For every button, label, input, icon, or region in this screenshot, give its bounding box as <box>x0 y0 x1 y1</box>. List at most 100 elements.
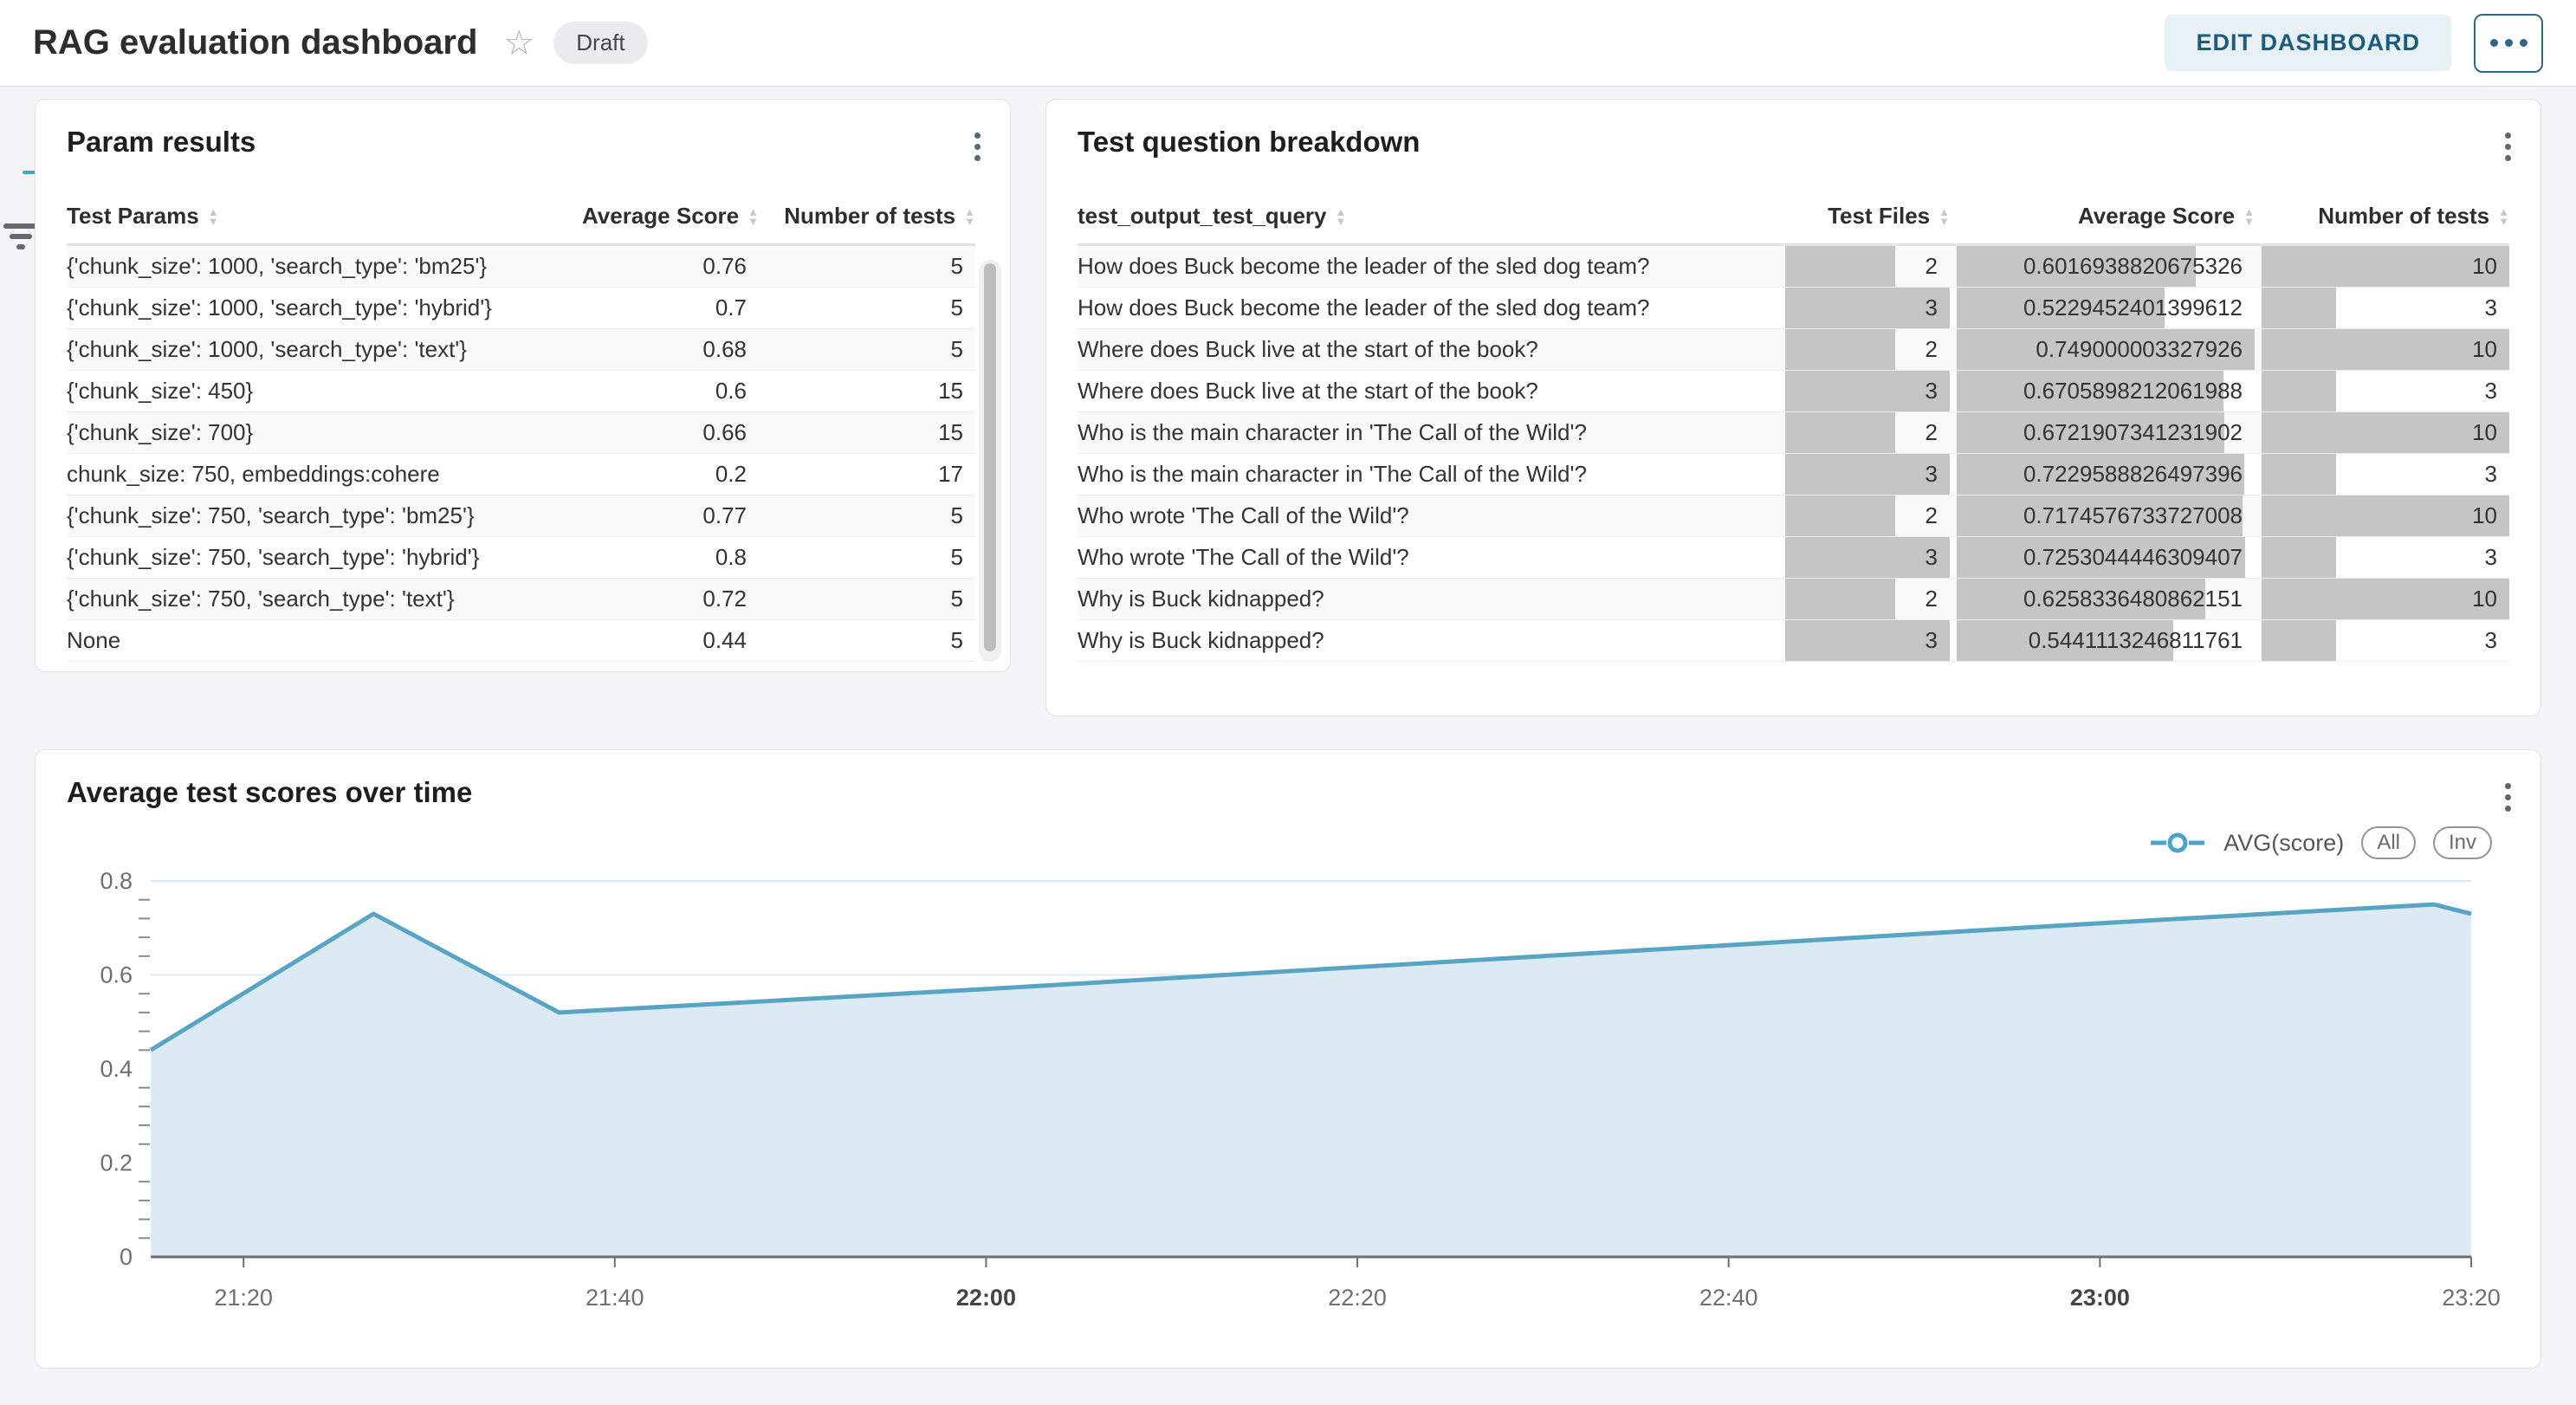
svg-text:0: 0 <box>120 1244 133 1270</box>
cell-value: 0.6705898212061988 <box>2023 378 2243 405</box>
param-results-card: Param results Test Params ▲▼ Average Sco… <box>35 99 1011 672</box>
legend-inv-button[interactable]: Inv <box>2433 826 2492 859</box>
cell-value: 3 <box>2485 295 2497 321</box>
table-row: Who is the main character in 'The Call o… <box>1078 412 2509 454</box>
cell-number-of-tests: 10 <box>2262 579 2509 619</box>
cell-value: 2 <box>1926 586 1938 612</box>
data-bar <box>1785 246 1895 287</box>
cell-average-score: 0.7174576733727008 <box>1957 495 2255 536</box>
cell-test-files: 2 <box>1785 412 1950 453</box>
column-header-test-files[interactable]: Test Files ▲▼ <box>1785 203 1950 230</box>
legend-all-button[interactable]: All <box>2361 826 2416 859</box>
line-chart[interactable]: 00.20.40.60.821:2021:4022:0022:2022:4023… <box>36 871 2542 1369</box>
cell-value: 0.5229452401399612 <box>2023 295 2243 321</box>
column-header-number-of-tests[interactable]: Number of tests ▲▼ <box>2262 203 2509 230</box>
cell-query: Where does Buck live at the start of the… <box>1078 371 1778 411</box>
cell-value: 3 <box>2485 461 2497 488</box>
column-header-average-score[interactable]: Average Score ▲▼ <box>1957 203 2255 230</box>
chart-card: Average test scores over time AVG(score)… <box>35 749 2541 1369</box>
more-options-button[interactable] <box>2474 14 2543 73</box>
cell-test-files: 3 <box>1785 620 1950 661</box>
scrollbar-thumb[interactable] <box>984 263 996 651</box>
cell-value: 3 <box>2485 544 2497 571</box>
cell-value: 0.6721907341231902 <box>2023 419 2243 446</box>
cell-value: 10 <box>2472 586 2497 612</box>
column-header-test-params[interactable]: Test Params ▲▼ <box>67 203 555 230</box>
svg-text:22:00: 22:00 <box>956 1285 1016 1311</box>
table-row: How does Buck become the leader of the s… <box>1078 246 2509 288</box>
table-row: {'chunk_size': 1000, 'search_type': 'bm2… <box>67 246 975 288</box>
sort-icon: ▲▼ <box>1336 207 1347 226</box>
cell-query: Who is the main character in 'The Call o… <box>1078 412 1778 453</box>
data-bar <box>1785 412 1895 453</box>
status-badge: Draft <box>553 22 647 64</box>
cell-average-score: 0.7 <box>555 288 759 328</box>
edit-dashboard-button[interactable]: EDIT DASHBOARD <box>2165 15 2451 71</box>
chart-legend: AVG(score) All Inv <box>2149 826 2492 859</box>
card-title: Param results <box>67 126 256 159</box>
cell-test-params: chunk_size: 750, embeddings:cohere <box>67 454 555 495</box>
cell-test-files: 3 <box>1785 537 1950 578</box>
cell-number-of-tests: 10 <box>2262 495 2509 536</box>
cell-test-params: {'chunk_size': 750, 'search_type': 'text… <box>67 579 555 619</box>
cell-number-of-tests: 3 <box>2262 454 2509 495</box>
data-bar <box>2262 371 2336 411</box>
svg-text:0.4: 0.4 <box>100 1056 133 1082</box>
cell-number-of-tests: 5 <box>759 329 975 370</box>
svg-text:23:00: 23:00 <box>2070 1285 2130 1311</box>
table-row: None0.445 <box>67 620 975 662</box>
cell-query: Why is Buck kidnapped? <box>1078 579 1778 619</box>
legend-series-label[interactable]: AVG(score) <box>2223 830 2344 857</box>
cell-query: Who is the main character in 'The Call o… <box>1078 454 1778 495</box>
svg-text:23:20: 23:20 <box>2442 1285 2501 1311</box>
svg-text:0.2: 0.2 <box>100 1150 133 1176</box>
cell-value: 3 <box>1926 544 1938 571</box>
cell-average-score: 0.76 <box>555 246 759 287</box>
table-row: {'chunk_size': 1000, 'search_type': 'tex… <box>67 329 975 371</box>
table-row: Where does Buck live at the start of the… <box>1078 371 2509 412</box>
cell-number-of-tests: 10 <box>2262 412 2509 453</box>
cell-average-score: 0.66 <box>555 412 759 453</box>
column-header-test-output-test-query[interactable]: test_output_test_query ▲▼ <box>1078 203 1778 230</box>
cell-value: 10 <box>2472 419 2497 446</box>
legend-line-marker-icon[interactable] <box>2149 830 2206 856</box>
cell-average-score: 0.749000003327926 <box>1957 329 2255 370</box>
cell-value: 3 <box>1926 378 1938 405</box>
question-breakdown-card: Test question breakdown test_output_test… <box>1045 99 2541 716</box>
cell-test-params: {'chunk_size': 1000, 'search_type': 'hyb… <box>67 288 555 328</box>
card-title: Average test scores over time <box>67 776 472 809</box>
cell-value: 2 <box>1926 502 1938 529</box>
cell-value: 10 <box>2472 336 2497 363</box>
cell-value: 0.749000003327926 <box>2036 336 2243 363</box>
sort-icon: ▲▼ <box>964 207 975 226</box>
param-results-rows: {'chunk_size': 1000, 'search_type': 'bm2… <box>67 246 975 662</box>
cell-number-of-tests: 5 <box>759 537 975 578</box>
kebab-menu-icon[interactable] <box>2498 776 2518 819</box>
data-bar <box>2262 288 2336 328</box>
table-row: Where does Buck live at the start of the… <box>1078 329 2509 371</box>
cell-number-of-tests: 3 <box>2262 620 2509 661</box>
column-header-average-score[interactable]: Average Score ▲▼ <box>555 203 759 230</box>
cell-test-files: 2 <box>1785 579 1950 619</box>
card-title: Test question breakdown <box>1078 126 1420 159</box>
cell-average-score: 0.68 <box>555 329 759 370</box>
cell-value: 3 <box>1926 627 1938 654</box>
cell-average-score: 0.6 <box>555 371 759 411</box>
cell-value: 3 <box>1926 295 1938 321</box>
cell-average-score: 0.6705898212061988 <box>1957 371 2255 411</box>
kebab-menu-icon[interactable] <box>2498 126 2518 168</box>
table-row: Who wrote 'The Call of the Wild'?30.7253… <box>1078 537 2509 579</box>
kebab-menu-icon[interactable] <box>968 126 987 168</box>
cell-average-score: 0.6016938820675326 <box>1957 246 2255 287</box>
cell-value: 0.7253044446309407 <box>2023 544 2243 571</box>
table-scrollbar[interactable] <box>979 260 1001 662</box>
data-bar <box>2262 537 2336 578</box>
favorite-star-icon[interactable]: ☆ <box>503 26 534 61</box>
cell-number-of-tests: 5 <box>759 495 975 536</box>
ellipsis-icon <box>2520 39 2527 47</box>
data-bar <box>1785 579 1895 619</box>
ellipsis-icon <box>2505 39 2513 47</box>
column-header-number-of-tests[interactable]: Number of tests ▲▼ <box>759 203 975 230</box>
cell-query: How does Buck become the leader of the s… <box>1078 288 1778 328</box>
cell-average-score: 0.8 <box>555 537 759 578</box>
